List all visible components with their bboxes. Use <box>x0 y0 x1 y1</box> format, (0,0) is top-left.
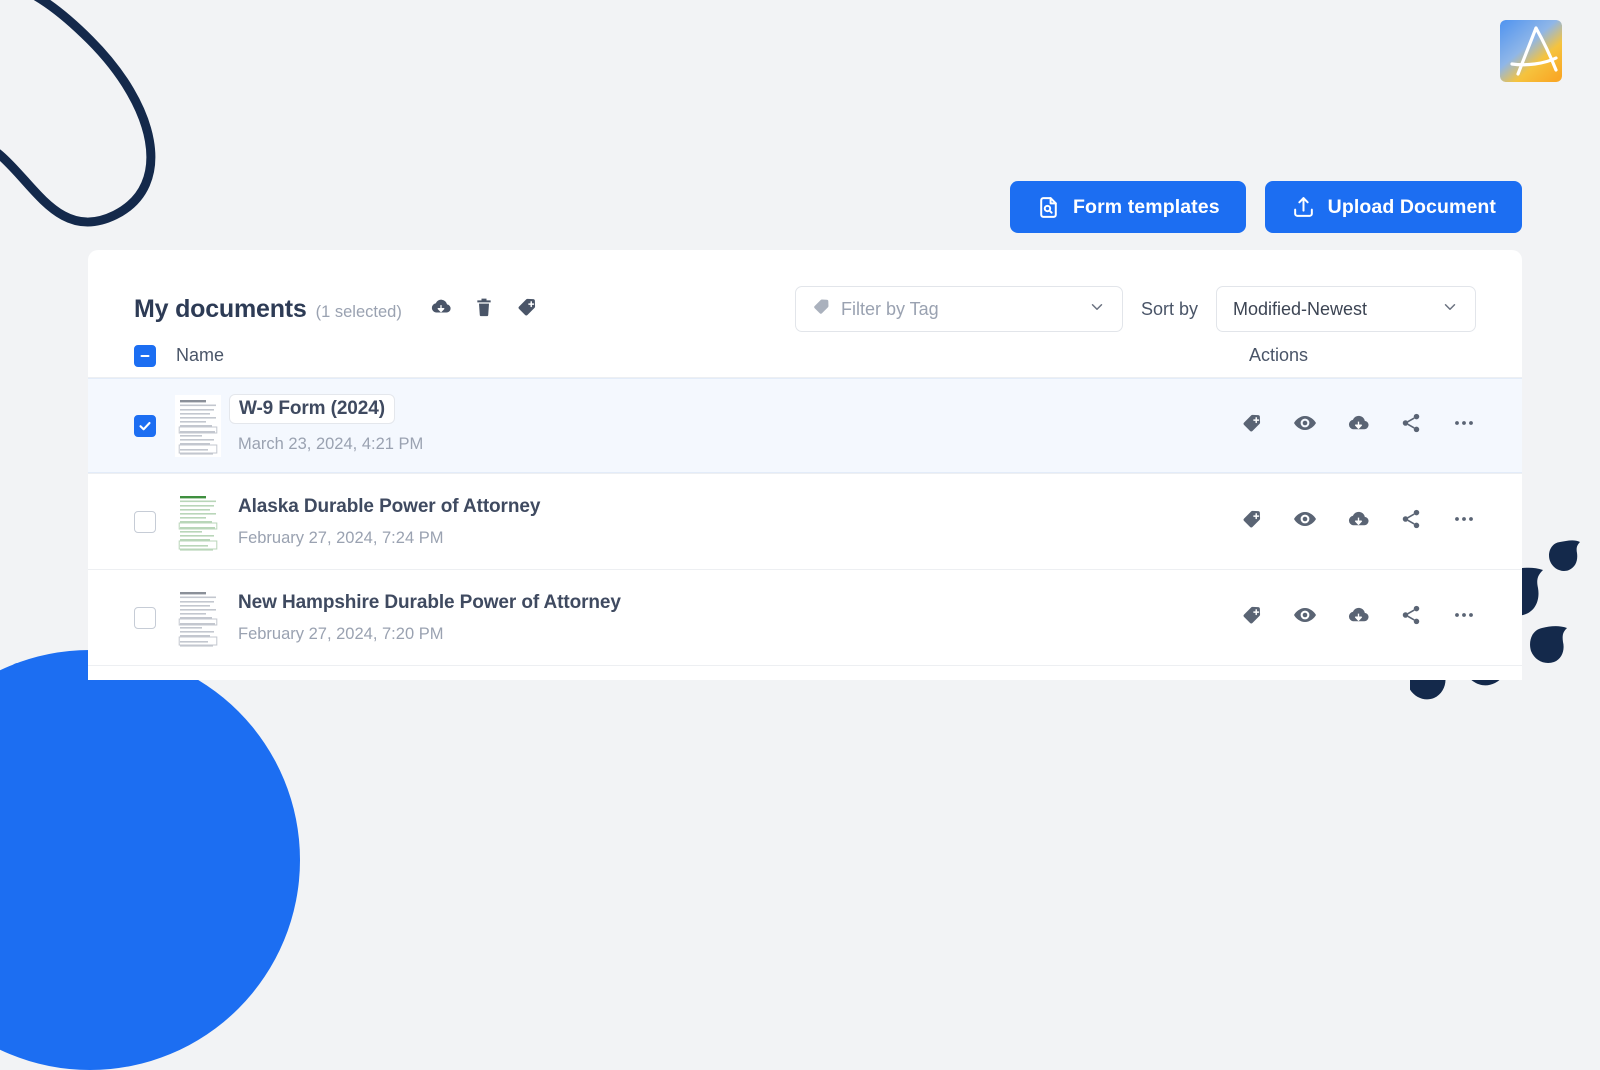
form-templates-label: Form templates <box>1073 195 1220 218</box>
row-actions-group <box>1241 603 1476 632</box>
download-cloud-icon[interactable] <box>1347 508 1370 536</box>
more-options-icon[interactable] <box>1452 411 1476 440</box>
document-name[interactable]: New Hampshire Durable Power of Attorney <box>238 592 621 614</box>
upload-icon <box>1291 195 1316 220</box>
download-cloud-icon[interactable] <box>1347 412 1370 440</box>
page-actions-toolbar: Form templates Upload Document <box>1010 181 1522 233</box>
table-header-row: Name Actions <box>88 334 1522 378</box>
row-checkbox[interactable] <box>134 510 156 533</box>
share-icon[interactable] <box>1400 412 1422 439</box>
panel-title-group: My documents (1 selected) <box>134 295 402 324</box>
document-date: February 27, 2024, 7:20 PM <box>238 624 444 643</box>
column-header-actions: Actions <box>1248 345 1308 365</box>
document-meta: W-9 Form (2024) March 23, 2024, 4:21 PM <box>229 393 424 454</box>
table-row[interactable]: New Hampshire Durable Power of Attorney … <box>88 570 1522 666</box>
tag-plus-icon[interactable] <box>1241 412 1263 439</box>
documents-list: W-9 Form (2024) March 23, 2024, 4:21 PM <box>88 378 1522 666</box>
sort-by-select[interactable]: Modified-Newest <box>1216 286 1476 332</box>
share-icon[interactable] <box>1400 604 1422 631</box>
document-thumbnail <box>175 490 221 553</box>
eye-icon[interactable] <box>1293 411 1317 440</box>
download-cloud-icon[interactable] <box>430 296 452 323</box>
selected-count-label: (1 selected) <box>315 302 402 321</box>
document-meta: New Hampshire Durable Power of Attorney … <box>238 592 621 644</box>
document-date: March 23, 2024, 4:21 PM <box>238 434 424 453</box>
download-cloud-icon[interactable] <box>1347 604 1370 632</box>
eye-icon[interactable] <box>1293 603 1317 632</box>
tag-plus-icon[interactable] <box>1241 508 1263 535</box>
document-name[interactable]: W-9 Form (2024) <box>229 393 395 424</box>
panel-header: My documents (1 selected) Filter by Tag … <box>88 250 1522 334</box>
eye-icon[interactable] <box>1293 507 1317 536</box>
table-row[interactable]: Alaska Durable Power of Attorney Februar… <box>88 474 1522 570</box>
trash-icon[interactable] <box>474 296 494 323</box>
row-actions-group <box>1241 411 1476 440</box>
more-options-icon[interactable] <box>1452 603 1476 632</box>
share-icon[interactable] <box>1400 508 1422 535</box>
tag-icon <box>812 297 831 321</box>
column-header-name: Name <box>176 345 225 365</box>
form-templates-button[interactable]: Form templates <box>1010 181 1246 233</box>
row-checkbox[interactable] <box>134 414 156 437</box>
select-all-checkbox[interactable] <box>134 344 156 367</box>
row-checkbox[interactable] <box>134 606 156 629</box>
documents-panel: My documents (1 selected) Filter by Tag … <box>88 250 1522 680</box>
row-actions-group <box>1241 507 1476 536</box>
sort-by-value: Modified-Newest <box>1233 298 1368 319</box>
document-name[interactable]: Alaska Durable Power of Attorney <box>238 496 540 518</box>
table-row[interactable]: W-9 Form (2024) March 23, 2024, 4:21 PM <box>88 378 1522 474</box>
upload-document-label: Upload Document <box>1327 195 1496 218</box>
chevron-down-icon <box>1441 298 1459 321</box>
tag-plus-icon[interactable] <box>516 296 538 323</box>
document-thumbnail <box>175 394 221 457</box>
sort-by-label: Sort by <box>1140 298 1198 319</box>
decorative-squiggle <box>0 0 156 227</box>
bulk-actions-group <box>430 296 538 323</box>
document-date: February 27, 2024, 7:24 PM <box>238 528 444 547</box>
chevron-down-icon <box>1088 298 1106 321</box>
document-meta: Alaska Durable Power of Attorney Februar… <box>238 496 540 548</box>
filter-by-tag-placeholder: Filter by Tag <box>840 298 939 319</box>
document-thumbnail <box>175 586 221 649</box>
more-options-icon[interactable] <box>1452 507 1476 536</box>
form-template-icon <box>1036 195 1061 220</box>
tag-plus-icon[interactable] <box>1241 604 1263 631</box>
filter-by-tag-select[interactable]: Filter by Tag <box>794 286 1123 332</box>
decorative-circle <box>0 650 300 1070</box>
app-logo <box>1500 20 1562 82</box>
decorative-circle-tab <box>10 663 72 705</box>
page-title: My documents <box>134 294 307 323</box>
upload-document-button[interactable]: Upload Document <box>1264 181 1522 233</box>
filter-sort-group: Filter by Tag Sort by Modified-Newest <box>794 286 1476 332</box>
